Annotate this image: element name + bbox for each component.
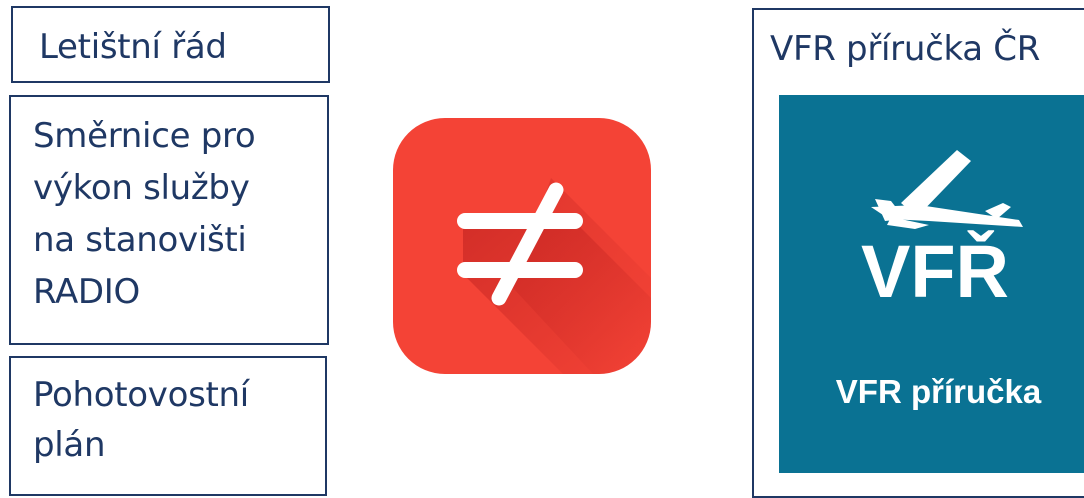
vfr-logo-text: VFŘ	[861, 230, 1009, 313]
not-equal-icon[interactable]	[393, 118, 651, 374]
vfr-app-tile[interactable]: VFŘ VFR příručka	[779, 95, 1084, 473]
pohotovostni-line-2: plán	[33, 425, 106, 465]
vfr-tile-label: VFR příručka	[835, 373, 1042, 410]
smernice-line-4: RADIO	[33, 272, 140, 312]
smernice-line-2: výkon služby	[33, 168, 250, 208]
smernice-line-1: Směrnice pro	[33, 116, 256, 156]
airplane-icon: VFŘ	[861, 150, 1023, 313]
letistni-rad-label: Letištní řád	[39, 27, 227, 67]
pohotovostni-plan-box[interactable]: Pohotovostní plán	[9, 356, 327, 496]
vfr-prirucka-panel[interactable]: VFR příručka ČR VFŘ VFR příručka	[752, 8, 1084, 498]
vfr-panel-title: VFR příručka ČR	[770, 29, 1041, 69]
smernice-line-3: na stanovišti	[33, 220, 247, 260]
pohotovostni-plan-label: Pohotovostní plán	[33, 370, 323, 470]
smernice-label: Směrnice pro výkon služby na stanovišti …	[33, 110, 323, 318]
smernice-box[interactable]: Směrnice pro výkon služby na stanovišti …	[9, 95, 329, 345]
letistni-rad-box[interactable]: Letištní řád	[11, 6, 330, 83]
pohotovostni-line-1: Pohotovostní	[33, 375, 249, 415]
